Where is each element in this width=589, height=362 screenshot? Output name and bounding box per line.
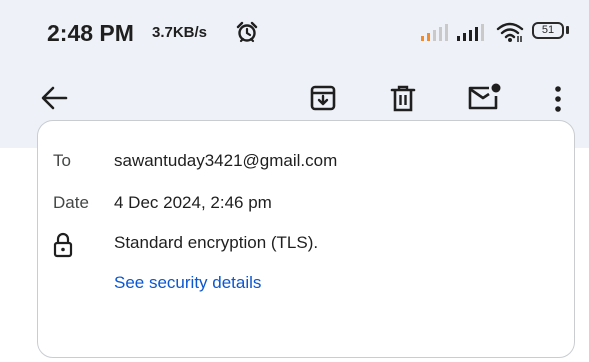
- date-label: Date: [53, 193, 89, 212]
- battery-level: 51: [541, 24, 555, 36]
- status-time: 2:48 PM: [47, 20, 134, 46]
- security-details-link[interactable]: See security details: [114, 273, 261, 293]
- network-speed: 3.7KB/s: [152, 24, 208, 41]
- to-label: To: [53, 151, 71, 170]
- alarm-icon: [236, 21, 258, 43]
- date-value: 4 Dec 2024, 2:46 pm: [114, 193, 272, 212]
- lock-icon: [53, 232, 73, 258]
- back-arrow-icon[interactable]: [38, 84, 70, 112]
- wifi-icon: [496, 22, 524, 42]
- more-options-icon[interactable]: [550, 84, 566, 114]
- status-bar: 2:48 PM 3.7KB/s 51: [0, 0, 589, 66]
- archive-icon[interactable]: [308, 83, 338, 113]
- delete-icon[interactable]: [388, 83, 418, 113]
- mark-unread-icon[interactable]: [467, 82, 503, 112]
- encryption-status: Standard encryption (TLS).: [114, 233, 319, 252]
- cellular-signal-icon: [457, 24, 484, 41]
- recipient-email: sawantuday3421@gmail.com: [114, 151, 338, 170]
- battery-icon: 51: [532, 22, 564, 39]
- message-details-card: To sawantuday3421@gmail.com Date 4 Dec 2…: [37, 120, 575, 358]
- cellular-signal-icon: [421, 24, 448, 41]
- battery-tip: [566, 26, 569, 34]
